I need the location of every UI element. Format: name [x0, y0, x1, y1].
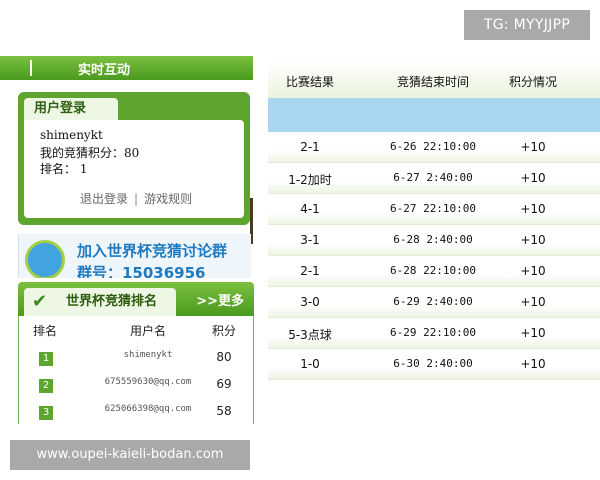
points-status-column-header: 积分情况 — [508, 75, 557, 89]
match-result: 2-1 — [300, 140, 320, 154]
points-earned: +10 — [520, 326, 546, 340]
guess-end-time: 6-26 22:10:00 — [389, 140, 477, 153]
checkmark-icon: ✔ — [32, 291, 48, 312]
url-watermark: www.oupei-kaieli-bodan.com — [10, 440, 250, 470]
match-result: 1-2加时 — [288, 173, 332, 187]
ranking-list: 排名 用户名 积分 1 shimenykt 80 2 675559630@qq.… — [18, 316, 254, 424]
match-result: 4-1 — [300, 202, 320, 216]
live-interaction-bar: 实时互动 — [0, 56, 253, 80]
match-result: 2-1 — [300, 264, 320, 278]
results-header-row: 比赛结果 竞猜结束时间 积分情况 — [268, 60, 600, 98]
highlight-bar — [268, 98, 600, 132]
ranking-header-row: 排名 用户名 积分 — [19, 322, 253, 344]
guess-end-time: 6-29 2:40:00 — [393, 295, 473, 308]
rank-points: 69 — [216, 377, 232, 391]
login-info: shimenykt 我的竞猜积分：80 排名： 1 退出登录 | 游戏规则 — [24, 120, 244, 218]
username-column-header: 用户名 — [129, 324, 166, 338]
match-result: 3-1 — [300, 233, 320, 247]
username-text: shimenykt — [40, 128, 103, 142]
results-row: 2-1 6-26 22:10:00 +10 — [268, 132, 600, 163]
logout-link[interactable]: 退出登录 — [80, 192, 128, 206]
login-links: 退出登录 | 游戏规则 — [80, 190, 192, 207]
points-earned: +10 — [520, 233, 546, 247]
rank-number: 2 — [39, 379, 53, 393]
guess-end-time: 6-27 2:40:00 — [393, 171, 473, 184]
more-link[interactable]: >>更多 — [196, 290, 244, 309]
rank-number: 3 — [39, 406, 53, 420]
ranking-row: 2 675559630@qq.com 69 — [19, 377, 253, 399]
ranking-title: 世界杯竞猜排名 — [66, 294, 158, 309]
banner-group-number: 群号：15036956 — [77, 264, 206, 278]
rank-username[interactable]: shimenykt — [83, 350, 213, 360]
login-tab: 用户登录 — [24, 98, 118, 120]
ranking-header: ✔ 世界杯竞猜排名 >>更多 — [18, 282, 254, 316]
results-row: 3-1 6-28 2:40:00 +10 — [268, 225, 600, 256]
bar-divider — [30, 60, 32, 76]
match-result: 5-3点球 — [288, 328, 332, 342]
rank-column-header: 排名 — [33, 324, 58, 338]
join-group-banner[interactable]: 加入世界杯竞猜讨论群 群号：15036956 — [18, 234, 251, 278]
banner-headline: 加入世界杯竞猜讨论群 — [77, 242, 228, 260]
my-rank-text: 排名： 1 — [40, 162, 88, 176]
results-row: 1-0 6-30 2:40:00 +10 — [268, 349, 600, 380]
guess-end-time: 6-28 2:40:00 — [393, 233, 473, 246]
points-column-header: 积分 — [211, 324, 236, 338]
qq-penguin-icon — [25, 240, 65, 278]
points-earned: +10 — [520, 202, 546, 216]
live-interaction-title: 实时互动 — [78, 63, 131, 78]
results-row: 2-1 6-28 22:10:00 +10 — [268, 256, 600, 287]
guess-end-time: 6-27 22:10:00 — [389, 202, 477, 215]
rank-username[interactable]: 625066398@qq.com — [83, 404, 213, 414]
results-row: 3-0 6-29 2:40:00 +10 — [268, 287, 600, 318]
end-time-column-header: 竞猜结束时间 — [396, 75, 469, 89]
guess-end-time: 6-29 22:10:00 — [389, 326, 477, 339]
guess-end-time: 6-30 2:40:00 — [393, 357, 473, 370]
guess-end-time: 6-28 22:10:00 — [389, 264, 477, 277]
ranking-tab: ✔ 世界杯竞猜排名 — [24, 288, 176, 316]
results-row: 5-3点球 6-29 22:10:00 +10 — [268, 318, 600, 349]
my-points-text: 我的竞猜积分：80 — [40, 146, 140, 160]
points-earned: +10 — [520, 140, 546, 154]
rank-number: 1 — [39, 352, 53, 366]
points-earned: +10 — [520, 264, 546, 278]
rank-username[interactable]: 675559630@qq.com — [83, 377, 213, 387]
results-row: 4-1 6-27 22:10:00 +10 — [268, 194, 600, 225]
match-result: 1-0 — [300, 357, 320, 371]
link-separator: | — [134, 192, 139, 206]
game-rules-link[interactable]: 游戏规则 — [144, 192, 192, 206]
points-earned: +10 — [520, 357, 546, 371]
rank-points: 58 — [216, 404, 232, 418]
ranking-row: 3 625066398@qq.com 58 — [19, 404, 253, 426]
user-login-panel: 用户登录 shimenykt 我的竞猜积分：80 排名： 1 退出登录 | 游戏规则 — [18, 92, 250, 225]
results-row: 1-2加时 6-27 2:40:00 +10 — [268, 163, 600, 194]
match-result: 3-0 — [300, 295, 320, 309]
rank-points: 80 — [216, 350, 232, 364]
tg-watermark: TG: MYYJJPP — [464, 10, 590, 40]
points-earned: +10 — [520, 295, 546, 309]
points-earned: +10 — [520, 171, 546, 185]
ranking-row: 1 shimenykt 80 — [19, 350, 253, 372]
result-column-header: 比赛结果 — [285, 75, 334, 89]
